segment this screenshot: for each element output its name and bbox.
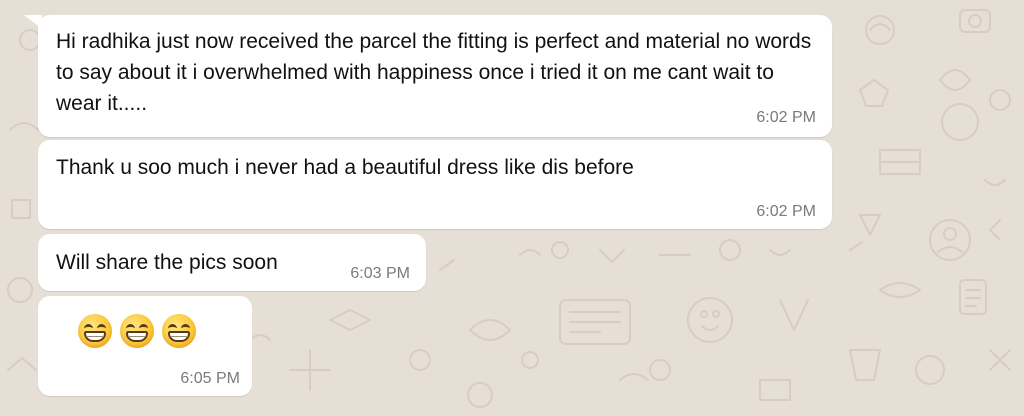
chat-message-list: Hi radhika just now received the parcel … — [0, 0, 1024, 416]
incoming-message-bubble[interactable]: Thank u soo much i never had a beautiful… — [38, 140, 832, 229]
grinning-face-with-smiling-eyes-icon — [120, 314, 154, 348]
incoming-message-bubble[interactable]: Will share the pics soon 6:03 PM — [38, 234, 426, 291]
message-text: Will share the pics soon — [56, 251, 278, 274]
grinning-face-with-smiling-eyes-icon — [78, 314, 112, 348]
message-timestamp: 6:03 PM — [350, 265, 410, 282]
grinning-face-with-smiling-eyes-icon — [162, 314, 196, 348]
bubble-tail — [24, 15, 42, 29]
message-timestamp: 6:05 PM — [180, 370, 240, 387]
message-text: Thank u soo much i never had a beautiful… — [56, 156, 634, 179]
incoming-message-bubble[interactable]: Hi radhika just now received the parcel … — [24, 15, 832, 137]
message-timestamp: 6:02 PM — [756, 109, 816, 126]
incoming-emoji-message-bubble[interactable]: 6:05 PM — [38, 296, 252, 396]
message-text: Hi radhika just now received the parcel … — [56, 30, 812, 115]
message-timestamp: 6:02 PM — [756, 203, 816, 220]
emoji-row — [78, 314, 196, 348]
